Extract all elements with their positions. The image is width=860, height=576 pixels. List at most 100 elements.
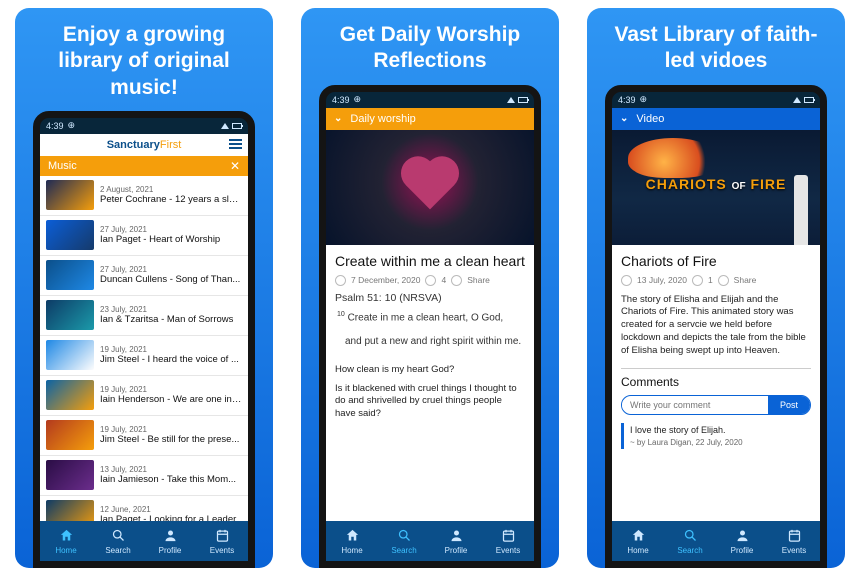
close-icon[interactable]: ✕	[230, 159, 240, 173]
nav-events[interactable]: Events	[482, 521, 534, 561]
status-time: 4:39	[46, 121, 64, 131]
hero-image-chariots: CHARIOTS OF FIRE	[612, 130, 820, 245]
nav-profile[interactable]: Profile	[716, 521, 768, 561]
nav-profile[interactable]: Profile	[144, 521, 196, 561]
nav-label: Home	[627, 546, 648, 555]
article-title: Chariots of Fire	[621, 253, 811, 269]
video-desc: The story of Elisha and Elijah and the C…	[621, 294, 811, 358]
thumbnail	[46, 380, 94, 410]
reflection-p: Is it blackened with cruel things I thou…	[335, 383, 525, 421]
events-icon	[787, 528, 802, 545]
nav-events[interactable]: Events	[196, 521, 248, 561]
nav-label: Search	[391, 546, 416, 555]
item-title: Duncan Cullens - Song of Than...	[100, 274, 242, 285]
nav-label: Home	[341, 546, 362, 555]
comment-icon[interactable]	[692, 275, 703, 286]
list-item[interactable]: 19 July, 2021Jim Steel - I heard the voi…	[40, 336, 248, 376]
item-title: Peter Cochrane - 12 years a sla...	[100, 194, 242, 205]
signal-icon	[221, 123, 229, 129]
list-item[interactable]: 19 July, 2021Iain Henderson - We are one…	[40, 376, 248, 416]
headline: Enjoy a growing library of original musi…	[15, 8, 273, 111]
nav-home[interactable]: Home	[40, 521, 92, 561]
signal-icon	[507, 97, 515, 103]
share-icon[interactable]	[451, 275, 462, 286]
battery-icon	[518, 97, 528, 103]
section-bar-music[interactable]: Music ✕	[40, 156, 248, 176]
nav-home[interactable]: Home	[612, 521, 664, 561]
nav-label: Profile	[445, 546, 468, 555]
thumbnail	[46, 260, 94, 290]
list-item[interactable]: 27 July, 2021Duncan Cullens - Song of Th…	[40, 256, 248, 296]
verse: 10 Create in me a clean heart, O God, an…	[335, 310, 525, 350]
item-date: 2 August, 2021	[100, 185, 242, 194]
nav-home[interactable]: Home	[326, 521, 378, 561]
nav-label: Profile	[159, 546, 182, 555]
item-title: Ian & Tzaritsa - Man of Sorrows	[100, 314, 242, 325]
profile-icon	[163, 528, 178, 545]
chevron-down-icon[interactable]: ⌄	[334, 113, 342, 124]
list-item[interactable]: 23 July, 2021Ian & Tzaritsa - Man of Sor…	[40, 296, 248, 336]
status-bar: 4:39⊕	[612, 92, 820, 108]
item-date: 27 July, 2021	[100, 265, 242, 274]
menu-icon[interactable]	[229, 139, 242, 149]
events-icon	[215, 528, 230, 545]
promo-panel-music: Enjoy a growing library of original musi…	[15, 8, 273, 568]
bottom-nav: HomeSearch Profile Events	[40, 521, 248, 561]
headline: Vast Library of faith-led vidoes	[587, 8, 845, 85]
reflection-q: How clean is my heart God?	[335, 364, 525, 377]
list-item[interactable]: 13 July, 2021Iain Jamieson - Take this M…	[40, 456, 248, 496]
post-button[interactable]: Post	[768, 396, 810, 414]
divider	[621, 368, 811, 369]
bottom-nav: Home Search Profile Events	[612, 521, 820, 561]
calendar-icon	[621, 275, 632, 286]
list-item[interactable]: 27 July, 2021Ian Paget - Heart of Worshi…	[40, 216, 248, 256]
home-icon	[59, 528, 74, 545]
list-item[interactable]: 19 July, 2021Jim Steel - Be still for th…	[40, 416, 248, 456]
scripture-ref: Psalm 51: 10 (NRSVA)	[335, 292, 525, 304]
nav-label: Profile	[731, 546, 754, 555]
item-date: 13 July, 2021	[100, 465, 242, 474]
search-icon	[683, 528, 698, 545]
thumbnail	[46, 460, 94, 490]
music-list[interactable]: 2 August, 2021Peter Cochrane - 12 years …	[40, 176, 248, 521]
profile-icon	[735, 528, 750, 545]
list-item[interactable]: 2 August, 2021Peter Cochrane - 12 years …	[40, 176, 248, 216]
profile-icon	[449, 528, 464, 545]
nav-search[interactable]: Search	[378, 521, 430, 561]
comment-box[interactable]: Post	[621, 395, 811, 415]
promo-panel-worship: Get Daily Worship Reflections 4:39⊕ ⌄ Da…	[301, 8, 559, 568]
home-icon	[631, 528, 646, 545]
article-meta: 7 December, 2020 4 Share	[335, 275, 525, 286]
hero-image-heart	[326, 130, 534, 245]
battery-icon	[804, 97, 814, 103]
calendar-icon	[335, 275, 346, 286]
list-item[interactable]: 12 June, 2021Ian Paget - Looking for a L…	[40, 496, 248, 521]
article-meta: 13 July, 2020 1 Share	[621, 275, 811, 286]
item-date: 27 July, 2021	[100, 225, 242, 234]
share-icon[interactable]	[718, 275, 729, 286]
nav-search[interactable]: Search	[664, 521, 716, 561]
comments-heading: Comments	[621, 375, 811, 389]
item-title: Ian Paget - Heart of Worship	[100, 234, 242, 245]
comment: I love the story of Elijah. ~ by Laura D…	[621, 423, 811, 449]
nav-profile[interactable]: Profile	[430, 521, 482, 561]
item-date: 19 July, 2021	[100, 425, 242, 434]
hero-title: CHARIOTS OF FIRE	[612, 176, 820, 192]
nav-search[interactable]: Search	[92, 521, 144, 561]
comment-icon[interactable]	[425, 275, 436, 286]
headline: Get Daily Worship Reflections	[301, 8, 559, 85]
thumbnail	[46, 500, 94, 521]
search-icon	[111, 528, 126, 545]
nav-label: Events	[496, 546, 520, 555]
thumbnail	[46, 180, 94, 210]
signal-icon	[793, 97, 801, 103]
app-header: SanctuaryFirst	[40, 134, 248, 156]
nav-events[interactable]: Events	[768, 521, 820, 561]
section-bar-video[interactable]: ⌄ Video	[612, 108, 820, 130]
item-title: Iain Jamieson - Take this Mom...	[100, 474, 242, 485]
comment-input[interactable]	[622, 400, 768, 410]
chevron-down-icon[interactable]: ⌄	[620, 113, 628, 124]
item-date: 23 July, 2021	[100, 305, 242, 314]
section-bar-worship[interactable]: ⌄ Daily worship	[326, 108, 534, 130]
nav-label: Search	[677, 546, 702, 555]
